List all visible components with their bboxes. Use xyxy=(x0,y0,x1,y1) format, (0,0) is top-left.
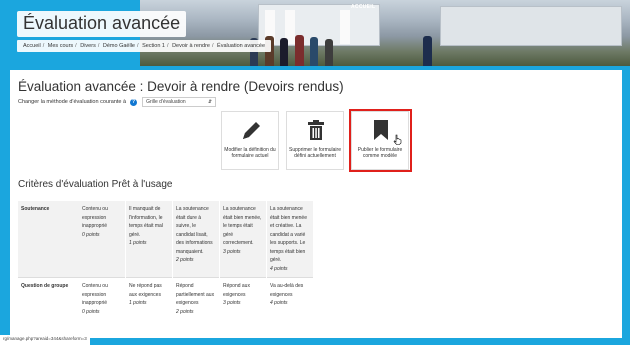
method-label: Changer la méthode d'évaluation courante… xyxy=(18,99,127,105)
main-panel: Évaluation avancée : Devoir à rendre (De… xyxy=(10,70,622,338)
level-cell[interactable]: Répond partiellement aux exigences 2 poin… xyxy=(172,277,220,320)
rubric-table: Soutenance Contenu ou expression inappro… xyxy=(18,201,314,320)
edit-form-label: Modifier la définition du formulaire act… xyxy=(224,147,276,159)
hand-cursor-icon xyxy=(393,134,402,145)
level-cell[interactable]: La soutenance était dure à suivre, le ca… xyxy=(172,201,220,278)
criterion-name: Soutenance xyxy=(18,201,79,278)
breadcrumb-item-devoir[interactable]: Devoir à rendre xyxy=(172,43,210,49)
table-row: Question de groupe Contenu ou expression… xyxy=(18,277,314,320)
breadcrumb-item-demo[interactable]: Démo Gaëlle xyxy=(103,43,135,49)
rubric-title: Critères d'évaluation Prêt à l'usage xyxy=(18,179,173,190)
level-points: 3 points xyxy=(223,300,241,306)
status-bar-url: rg/manage.php?areaid=344&shareform=3 xyxy=(0,335,90,345)
level-points: 2 points xyxy=(176,308,194,315)
level-cell[interactable]: Répond aux exigences 3 points xyxy=(219,277,267,320)
level-points: 3 points xyxy=(223,248,241,255)
select-arrows-icon: ⇵ xyxy=(207,99,213,105)
level-cell[interactable]: Contenu ou expression inapproprié 0 point… xyxy=(79,201,126,278)
level-points: 0 points xyxy=(82,308,100,315)
breadcrumb: Accueil / Mes cours / Divers / Démo Gaëlle /… xyxy=(17,40,272,52)
delete-form-label: Supprimer le formulaire défini actuellem… xyxy=(289,147,341,159)
criterion-name: Question de groupe xyxy=(18,277,79,320)
highlight-frame xyxy=(349,109,412,172)
pencil-icon xyxy=(243,122,260,139)
method-select[interactable]: Grille d'évaluation ⇵ xyxy=(142,97,217,107)
help-icon[interactable]: ? xyxy=(130,98,138,106)
main-heading: Évaluation avancée : Devoir à rendre (De… xyxy=(18,79,344,94)
building-graphic xyxy=(258,4,380,46)
level-cell[interactable]: Ne répond pas aux exigences 1 points xyxy=(125,277,173,320)
breadcrumb-item-current: Évaluation avancée xyxy=(217,43,266,49)
level-cell[interactable]: Contenu ou expression inapproprié 0 point… xyxy=(79,277,126,320)
level-cell[interactable]: La soutenance était bien menée et créati… xyxy=(266,201,314,278)
site-banner: ACCUEIL Évaluation avancée Accueil / Mes … xyxy=(0,0,630,66)
level-cell[interactable]: Il manquait de l'information, le temps é… xyxy=(125,201,173,278)
delete-form-button[interactable]: Supprimer le formulaire défini actuellem… xyxy=(286,111,344,170)
page-title-box: Évaluation avancée xyxy=(17,11,187,37)
level-points: 2 points xyxy=(176,257,194,263)
table-row: Soutenance Contenu ou expression inappro… xyxy=(18,201,314,278)
breadcrumb-item-mes-cours[interactable]: Mes cours xyxy=(48,43,73,49)
level-points: 4 points xyxy=(270,265,288,272)
method-row: Changer la méthode d'évaluation courante… xyxy=(18,97,217,107)
banner-photo xyxy=(140,0,630,66)
breadcrumb-item-accueil[interactable]: Accueil xyxy=(23,43,41,49)
page-title: Évaluation avancée xyxy=(23,13,181,33)
level-points: 4 points xyxy=(270,300,288,306)
level-points: 1 points xyxy=(129,240,147,246)
edit-form-button[interactable]: Modifier la définition du formulaire act… xyxy=(221,111,279,170)
trash-icon xyxy=(308,120,324,140)
level-points: 1 points xyxy=(129,300,147,306)
method-select-value: Grille d'évaluation xyxy=(146,99,186,105)
breadcrumb-item-section[interactable]: Section 1 xyxy=(142,43,165,49)
level-points: 0 points xyxy=(82,231,100,238)
level-cell[interactable]: La soutenance était bien menée, le temps… xyxy=(219,201,267,278)
banner-accueil-text: ACCUEIL xyxy=(351,4,376,10)
breadcrumb-item-divers[interactable]: Divers xyxy=(80,43,96,49)
level-cell[interactable]: Va au-delà des exigences 4 points xyxy=(266,277,314,320)
